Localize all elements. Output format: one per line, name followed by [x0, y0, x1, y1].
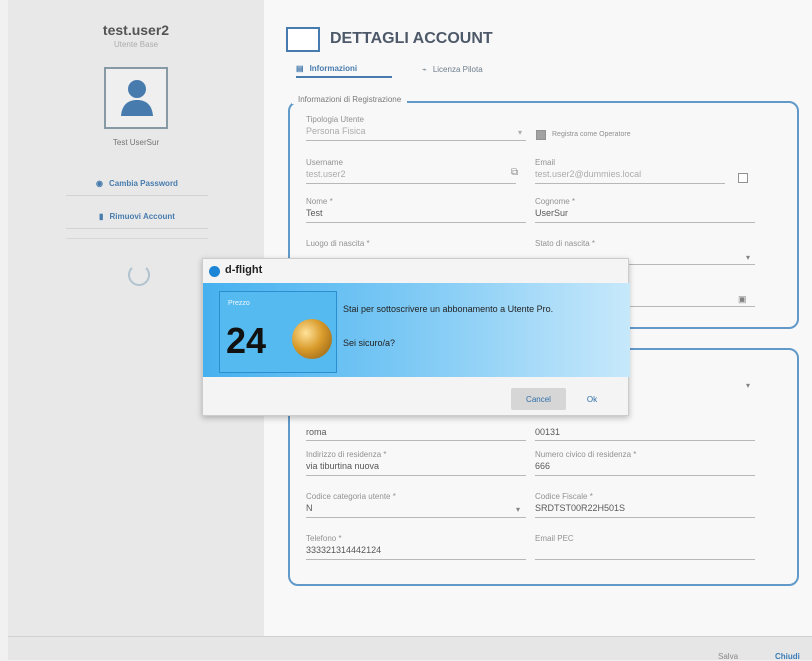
- details-chevron-down-icon[interactable]: ▾: [746, 381, 750, 390]
- user-type-underline: [306, 140, 526, 141]
- price-box: Prezzo 24: [219, 291, 337, 373]
- fiscal-code-value: SRDTST00R22H501S: [535, 503, 626, 513]
- user-category-label: Codice categoria utente *: [306, 492, 396, 501]
- cap-underline: [535, 440, 755, 441]
- remove-account-button[interactable]: ▮ Rimuovi Account: [66, 205, 208, 229]
- surname-underline: [535, 222, 755, 223]
- birthstate-chevron-down-icon[interactable]: ▾: [746, 253, 750, 262]
- address-label: Indirizzo di residenza *: [306, 450, 387, 459]
- user-type-field[interactable]: Tipologia Utente Persona Fisica: [306, 115, 526, 141]
- account-card-icon: [286, 27, 320, 52]
- info-icon: ▤: [296, 63, 304, 73]
- pec-field[interactable]: Email PEC: [535, 534, 755, 560]
- email-value: test.user2@dummies.local: [535, 169, 642, 179]
- house-number-value: 666: [535, 461, 551, 471]
- license-icon: ⌁: [422, 64, 427, 74]
- price-label: Prezzo: [228, 300, 250, 307]
- trash-icon: ▮: [99, 212, 104, 221]
- avatar: [104, 67, 168, 129]
- birthstate-label: Stato di nascita *: [535, 239, 596, 248]
- remove-account-label: Rimuovi Account: [109, 212, 175, 221]
- coin-icon: [292, 319, 332, 359]
- name-field[interactable]: Nome * Test: [306, 197, 526, 223]
- user-role: Utente Base: [113, 40, 159, 49]
- sidebar-divider: [66, 238, 208, 239]
- address-value: via tiburtina nuova: [306, 461, 380, 471]
- user-category-underline: [306, 517, 526, 518]
- surname-field[interactable]: Cognome * UserSur: [535, 197, 755, 223]
- user-icon: [121, 80, 153, 116]
- select-arrow-icon: ▾: [518, 128, 523, 137]
- email-underline: [535, 183, 725, 184]
- page-title: DETTAGLI ACCOUNT: [330, 30, 493, 47]
- dialog-title: d-flight: [225, 264, 263, 276]
- name-value: Test: [306, 208, 323, 218]
- fiscal-code-field[interactable]: Codice Fiscale * SRDTST00R22H501S: [535, 492, 755, 518]
- dialog-question: Sei sicuro/a?: [343, 338, 396, 348]
- dialog-body: Prezzo 24 Stai per sottoscrivere un abbo…: [203, 283, 630, 377]
- city-underline: [306, 440, 526, 441]
- register-operator-label: Registra come Operatore: [552, 131, 631, 138]
- copy-icon[interactable]: ⧉: [511, 167, 518, 178]
- reset-icon: ◉: [96, 179, 104, 188]
- tab-informazioni-label: Informazioni: [309, 63, 358, 73]
- name-label: Nome *: [306, 197, 333, 206]
- registration-legend: Informazioni di Registrazione: [292, 95, 408, 104]
- category-chevron-down-icon[interactable]: ▾: [516, 505, 520, 514]
- register-operator-checkbox[interactable]: [536, 130, 546, 140]
- user-type-label: Tipologia Utente: [306, 115, 364, 124]
- change-password-button[interactable]: ◉ Cambia Password: [66, 172, 208, 196]
- tab-licenza-pilota[interactable]: ⌁ Licenza Pilota: [422, 60, 532, 78]
- user-type-value: Persona Fisica: [306, 126, 366, 136]
- birthplace-label: Luogo di nascita *: [306, 239, 370, 248]
- calendar-icon[interactable]: ▣: [738, 294, 747, 305]
- fiscal-code-label: Codice Fiscale *: [535, 492, 593, 501]
- pec-label: Email PEC: [535, 534, 574, 543]
- username-label: Username: [306, 158, 343, 167]
- pec-underline: [535, 559, 755, 560]
- birthplace-field[interactable]: Luogo di nascita *: [306, 239, 526, 265]
- birthstate-field[interactable]: Stato di nascita *: [535, 239, 755, 265]
- email-field: Email test.user2@dummies.local: [535, 158, 725, 184]
- dialog-header: d-flight: [203, 259, 628, 283]
- username-value: test.user2: [306, 169, 346, 179]
- address-underline: [306, 475, 526, 476]
- username-underline: [306, 183, 516, 184]
- tab-informazioni[interactable]: ▤ Informazioni: [296, 60, 392, 78]
- phone-field[interactable]: Telefono * 333321314442124: [306, 534, 526, 560]
- subscription-dialog: d-flight Prezzo 24 Stai per sottoscriver…: [202, 258, 630, 416]
- cap-value: 00131: [535, 427, 561, 437]
- user-category-value: N: [306, 503, 313, 513]
- phone-value: 333321314442124: [306, 545, 382, 555]
- city-value: roma: [306, 427, 327, 437]
- cancel-button[interactable]: Cancel: [511, 388, 566, 410]
- username-field: Username test.user2: [306, 158, 516, 184]
- user-category-field[interactable]: Codice categoria utente * N: [306, 492, 526, 518]
- email-label: Email: [535, 158, 556, 167]
- house-number-field[interactable]: Numero civico di residenza * 666: [535, 450, 755, 476]
- tab-licenza-label: Licenza Pilota: [432, 64, 483, 74]
- change-password-label: Cambia Password: [109, 179, 178, 188]
- fiscal-code-underline: [535, 517, 755, 518]
- full-name: Test UserSur: [112, 138, 160, 147]
- dialog-message: Stai per sottoscrivere un abbonamento a …: [343, 304, 554, 314]
- house-number-label: Numero civico di residenza *: [535, 450, 637, 459]
- d-flight-logo-icon: [209, 266, 220, 277]
- price-value: 24: [226, 320, 267, 361]
- footer: Salva Chiudi: [8, 636, 812, 661]
- surname-label: Cognome *: [535, 197, 576, 206]
- ok-button[interactable]: Ok: [572, 388, 612, 410]
- surname-value: UserSur: [535, 208, 569, 218]
- address-field[interactable]: Indirizzo di residenza * via tiburtina n…: [306, 450, 526, 476]
- email-checkbox[interactable]: [738, 173, 748, 183]
- loading-spinner-icon: [128, 264, 150, 286]
- phone-label: Telefono *: [306, 534, 342, 543]
- house-number-underline: [535, 475, 755, 476]
- username: test.user2: [102, 22, 170, 38]
- phone-underline: [306, 559, 526, 560]
- name-underline: [306, 222, 526, 223]
